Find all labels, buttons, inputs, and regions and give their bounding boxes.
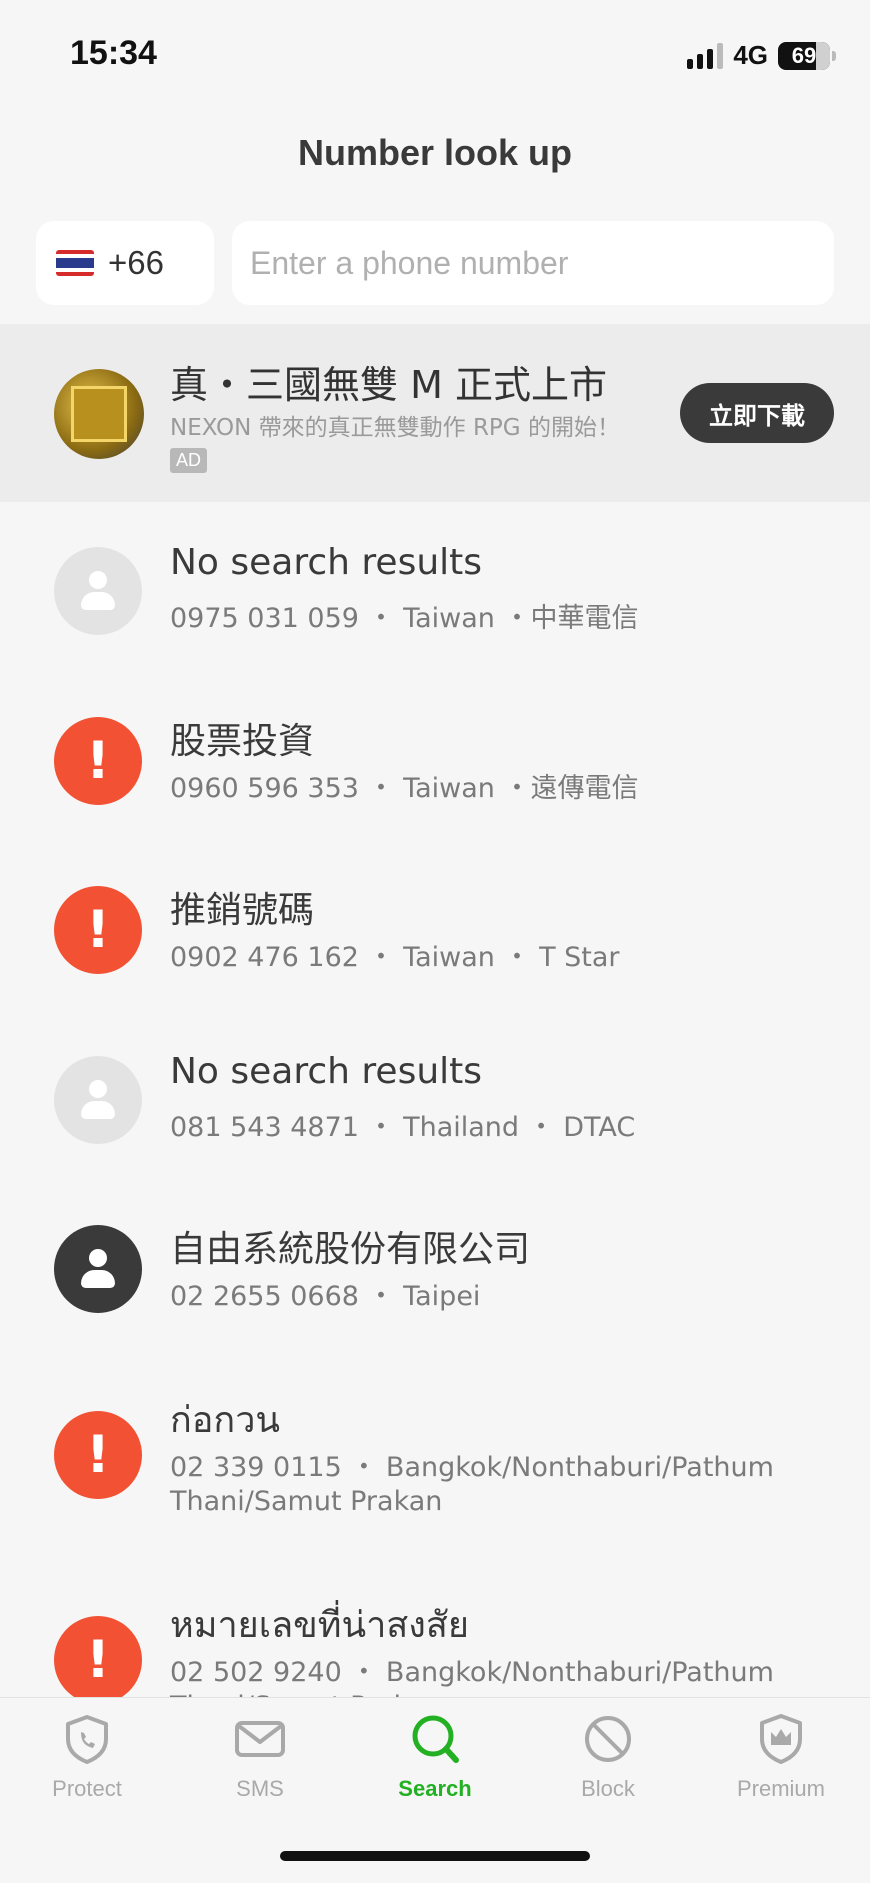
thailand-flag-icon xyxy=(56,250,94,276)
warning-icon: ! xyxy=(54,1616,142,1697)
tab-block[interactable]: Block xyxy=(543,1712,673,1822)
envelope-icon xyxy=(235,1721,285,1757)
result-detail: 02 502 9240 ・ Bangkok/Nonthaburi/Pathum … xyxy=(170,1657,774,1697)
tab-label: Block xyxy=(581,1776,635,1801)
phone-number-input[interactable] xyxy=(232,221,834,305)
page-title: Number look up xyxy=(297,132,572,173)
result-detail: 02 339 0115 ・ Bangkok/Nonthaburi/Pathum … xyxy=(170,1452,774,1517)
tab-premium[interactable]: Premium xyxy=(716,1712,846,1822)
tab-sms[interactable]: SMS xyxy=(195,1712,325,1822)
ad-subtitle: NEXON 帶來的真正無雙動作 RPG 的開始！ xyxy=(170,415,620,441)
result-item[interactable]: ! 推銷號碼 0902 476 162 ・ Taiwan ・ T Star xyxy=(0,863,870,1023)
result-detail: 0902 476 162 ・ Taiwan ・ T Star xyxy=(170,942,620,973)
tab-label: Premium xyxy=(736,1776,825,1801)
result-detail: 0960 596 353 ・ Taiwan ・遠傳電信 xyxy=(170,773,639,804)
tab-protect[interactable]: Protect xyxy=(22,1712,152,1822)
network-type: 4G xyxy=(733,40,768,70)
tab-label: Search xyxy=(398,1776,472,1801)
tab-label: Protect xyxy=(52,1776,122,1801)
ad-app-icon xyxy=(54,369,144,459)
warning-icon: ! xyxy=(54,1411,142,1499)
ad-title: 真・三國無雙 M 正式上市 xyxy=(170,363,607,407)
result-title: หมายเลขที่น่าสงสัย xyxy=(170,1605,469,1646)
result-item[interactable]: ! 股票投資 0960 596 353 ・ Taiwan ・遠傳電信 xyxy=(0,694,870,854)
result-detail: 081 543 4871 ・ Thailand ・ DTAC xyxy=(170,1112,636,1143)
result-title: No search results xyxy=(170,542,483,583)
status-bar: 15:34 4G 69 xyxy=(0,0,870,110)
contact-avatar-icon xyxy=(54,1225,142,1313)
dial-code: +66 xyxy=(108,244,164,281)
home-indicator xyxy=(280,1851,590,1861)
result-item[interactable]: No search results 081 543 4871 ・ Thailan… xyxy=(0,1033,870,1193)
result-item[interactable]: 自由系統股份有限公司 02 2655 0668 ・ Taipei xyxy=(0,1202,870,1362)
result-detail: 02 2655 0668 ・ Taipei xyxy=(170,1281,481,1312)
result-title: 股票投資 xyxy=(170,721,315,762)
tab-search[interactable]: Search xyxy=(370,1712,500,1822)
number-lookup-screen: 15:34 4G 69 Number look up +66 真・三國無雙 M … xyxy=(0,0,870,1883)
search-icon xyxy=(412,1715,459,1763)
battery-icon: 69 xyxy=(778,41,836,70)
unknown-caller-avatar-icon xyxy=(54,1056,142,1144)
battery-level: 69 xyxy=(791,42,817,68)
warning-icon: ! xyxy=(54,717,142,805)
result-title: 推銷號碼 xyxy=(170,890,315,931)
tab-label: SMS xyxy=(236,1776,284,1801)
status-time: 15:34 xyxy=(70,34,157,72)
country-code-selector[interactable]: +66 xyxy=(36,221,214,305)
shield-phone-icon xyxy=(66,1715,108,1764)
result-title: ก่อกวน xyxy=(170,1400,281,1441)
ad-download-button[interactable]: 立即下載 xyxy=(680,383,834,443)
status-indicators: 4G 69 xyxy=(687,40,836,71)
signal-icon xyxy=(687,42,724,69)
crown-shield-icon xyxy=(760,1714,802,1764)
block-icon xyxy=(585,1716,631,1762)
ad-banner[interactable]: 真・三國無雙 M 正式上市 NEXON 帶來的真正無雙動作 RPG 的開始！ A… xyxy=(0,324,870,502)
warning-icon: ! xyxy=(54,886,142,974)
result-item[interactable]: ! หมายเลขที่น่าสงสัย 02 502 9240 ・ Bangk… xyxy=(0,1582,870,1697)
result-detail: 0975 031 059 ・ Taiwan ・中華電信 xyxy=(170,603,639,634)
result-item[interactable]: No search results 0975 031 059 ・ Taiwan … xyxy=(0,524,870,684)
unknown-caller-avatar-icon xyxy=(54,547,142,635)
result-title: No search results xyxy=(170,1051,483,1092)
ad-badge: AD xyxy=(170,448,208,473)
result-title: 自由系統股份有限公司 xyxy=(170,1229,531,1270)
result-list: No search results 0975 031 059 ・ Taiwan … xyxy=(0,502,870,1697)
result-item[interactable]: ! ก่อกวน 02 339 0115 ・ Bangkok/Nonthabur… xyxy=(0,1377,870,1567)
